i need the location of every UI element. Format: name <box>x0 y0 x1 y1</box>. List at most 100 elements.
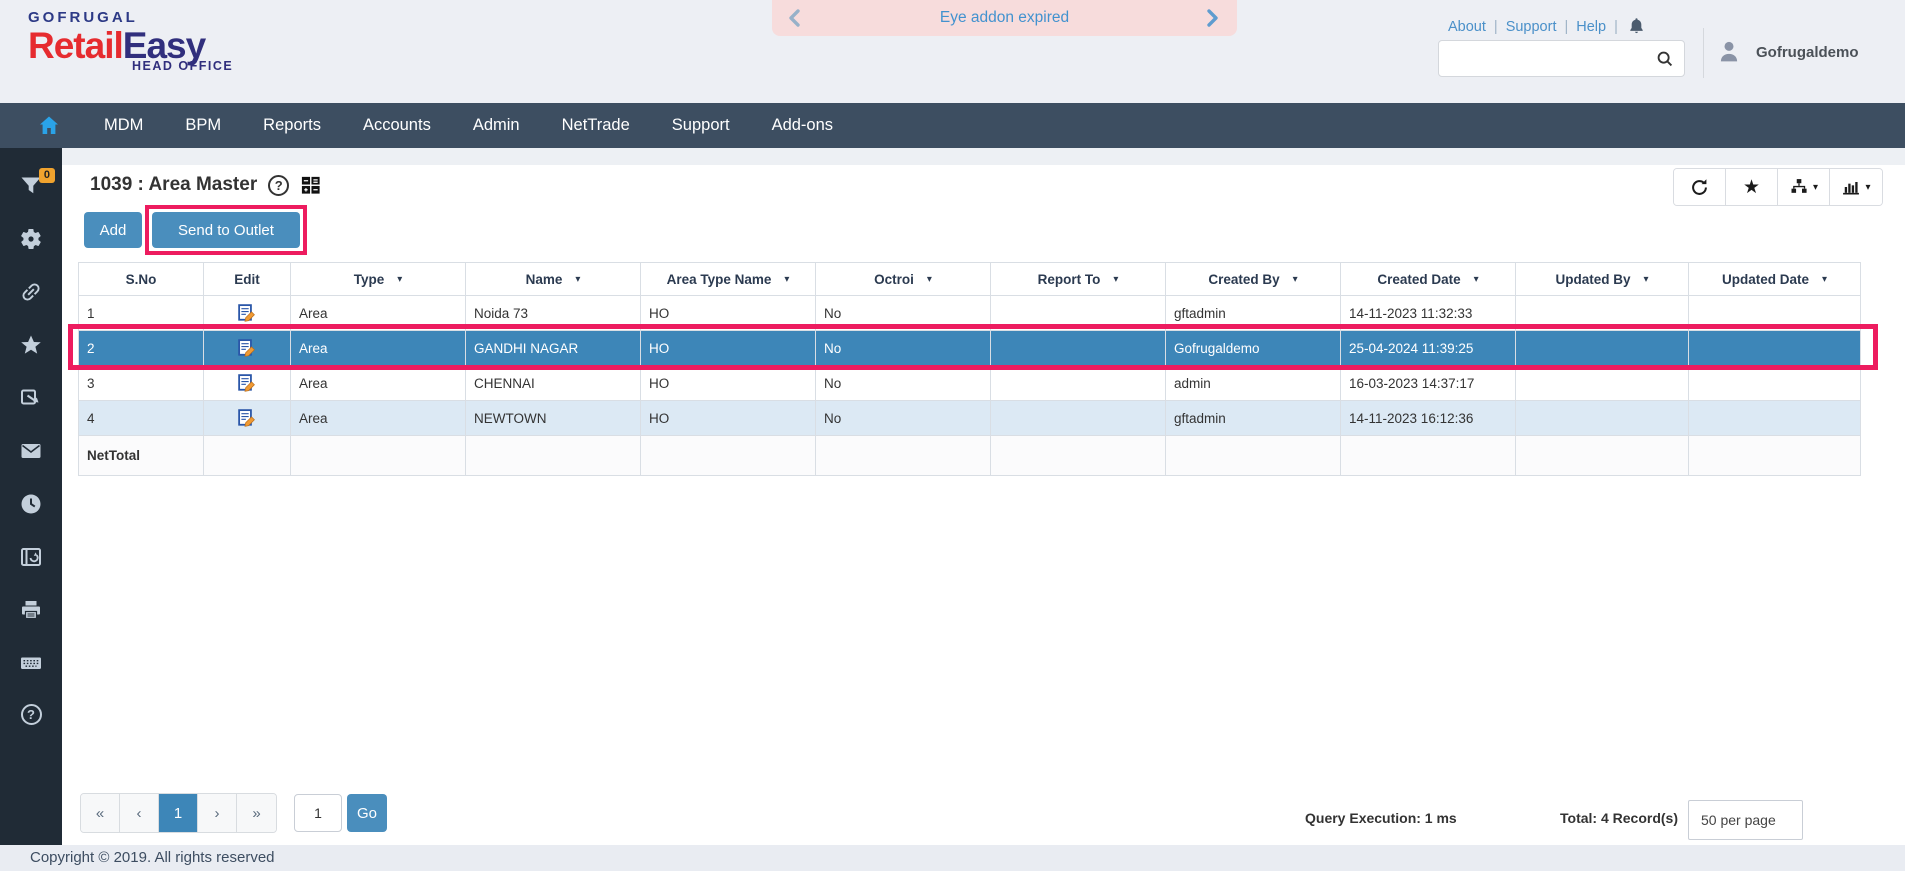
column-header-type[interactable]: Type ▾ <box>290 262 466 296</box>
screen-help-icon[interactable]: ? <box>268 174 290 196</box>
go-button[interactable]: Go <box>347 794 387 832</box>
banner-previous-icon[interactable] <box>786 8 806 28</box>
filter-caret-icon[interactable]: ▾ <box>927 274 932 285</box>
nav-item-admin[interactable]: Admin <box>473 116 520 135</box>
filter-caret-icon[interactable]: ▾ <box>1113 274 1118 285</box>
cell-area-type-name: HO <box>640 295 816 331</box>
last-page-button[interactable]: » <box>237 794 276 832</box>
form-layout-icon[interactable] <box>300 174 322 196</box>
nav-item-mdm[interactable]: MDM <box>104 116 143 135</box>
nav-item-addons[interactable]: Add-ons <box>772 116 833 135</box>
user-menu[interactable]: Gofrugaldemo <box>1714 36 1859 68</box>
print-icon[interactable] <box>19 598 43 622</box>
cell-updated-date <box>1688 365 1861 401</box>
link-separator: | <box>1614 18 1618 35</box>
column-header-created-date[interactable]: Created Date ▾ <box>1340 262 1516 296</box>
filter-caret-icon[interactable]: ▾ <box>397 274 402 285</box>
cell-area-type-name: HO <box>640 365 816 401</box>
bell-icon[interactable] <box>1626 16 1647 37</box>
share-export-icon[interactable] <box>19 386 43 410</box>
refresh-icon <box>1692 178 1707 195</box>
favorite-button[interactable]: ★ <box>1726 169 1778 205</box>
column-header-name[interactable]: Name ▾ <box>465 262 641 296</box>
table-row-4[interactable]: 4 Area NEWTOWN HO No gftadmin 14-11-2023… <box>78 400 1861 436</box>
edit-icon[interactable] <box>238 374 256 392</box>
edit-icon[interactable] <box>238 339 256 357</box>
user-name: Gofrugaldemo <box>1756 43 1859 61</box>
window-refresh-icon[interactable] <box>19 545 43 569</box>
filter-caret-icon[interactable]: ▾ <box>784 274 789 285</box>
column-label: Name <box>525 271 563 287</box>
cell-created-date: 25-04-2024 11:39:25 <box>1340 330 1516 366</box>
about-link[interactable]: About <box>1448 19 1486 35</box>
goto-page-input[interactable] <box>294 794 342 832</box>
next-page-button[interactable]: › <box>198 794 237 832</box>
cell-type: Area <box>290 400 466 436</box>
home-icon[interactable] <box>36 114 62 138</box>
send-to-outlet-button[interactable]: Send to Outlet <box>152 212 300 248</box>
search-icon[interactable] <box>1654 48 1676 70</box>
mail-icon[interactable] <box>19 439 43 463</box>
query-execution-time: Query Execution: 1 ms <box>1305 810 1457 826</box>
nav-item-accounts[interactable]: Accounts <box>363 116 431 135</box>
column-header-created-by[interactable]: Created By ▾ <box>1165 262 1341 296</box>
refresh-button[interactable] <box>1674 169 1726 205</box>
filter-caret-icon[interactable]: ▾ <box>1293 274 1298 285</box>
column-header-sno[interactable]: S.No <box>78 262 204 296</box>
current-page-button[interactable]: 1 <box>159 794 198 832</box>
table-row-2-selected[interactable]: 2 Area GANDHI NAGAR HO No Gofrugaldemo 2… <box>78 330 1861 366</box>
cell-updated-date <box>1688 295 1861 331</box>
support-link[interactable]: Support <box>1506 19 1557 35</box>
banner-next-icon[interactable] <box>1201 8 1221 28</box>
chart-view-button[interactable]: ▾ <box>1830 169 1882 205</box>
nav-item-bpm[interactable]: BPM <box>185 116 221 135</box>
column-label: Octroi <box>874 271 914 287</box>
title-row: 1039 : Area Master ? <box>90 174 322 196</box>
nav-item-reports[interactable]: Reports <box>263 116 321 135</box>
column-header-octroi[interactable]: Octroi ▾ <box>815 262 991 296</box>
first-page-button[interactable]: « <box>81 794 120 832</box>
filter-icon[interactable]: 0 <box>19 168 55 198</box>
column-header-area-type-name[interactable]: Area Type Name ▾ <box>640 262 816 296</box>
history-clock-icon[interactable] <box>19 492 43 516</box>
cell-name: GANDHI NAGAR <box>465 330 641 366</box>
settings-gear-icon[interactable] <box>19 227 43 251</box>
cell-report-to <box>990 295 1166 331</box>
column-header-edit[interactable]: Edit <box>203 262 291 296</box>
table-row-3[interactable]: 3 Area CHENNAI HO No admin 16-03-2023 14… <box>78 365 1861 401</box>
column-header-updated-by[interactable]: Updated By ▾ <box>1515 262 1689 296</box>
help-icon[interactable]: ? <box>20 704 42 725</box>
table-row-1[interactable]: 1 Area Noida 73 HO No gftadmin 14-11-202… <box>78 295 1861 331</box>
keyboard-icon[interactable] <box>19 651 43 675</box>
column-label: Report To <box>1037 271 1101 287</box>
hierarchy-view-button[interactable]: ▾ <box>1778 169 1830 205</box>
cell-name: NEWTOWN <box>465 400 641 436</box>
column-header-report-to[interactable]: Report To ▾ <box>990 262 1166 296</box>
total-records: Total: 4 Record(s) <box>1560 810 1678 826</box>
column-label: Area Type Name <box>666 271 772 287</box>
cell-updated-by <box>1515 295 1689 331</box>
help-link[interactable]: Help <box>1576 19 1606 35</box>
filter-caret-icon[interactable]: ▾ <box>1643 274 1648 285</box>
link-icon[interactable] <box>19 280 43 304</box>
product-part1: Retail <box>28 25 124 66</box>
column-header-updated-date[interactable]: Updated Date ▾ <box>1688 262 1861 296</box>
filter-caret-icon[interactable]: ▾ <box>1474 274 1479 285</box>
star-icon: ★ <box>1742 176 1761 198</box>
previous-page-button[interactable]: ‹ <box>120 794 159 832</box>
cell-octroi: No <box>815 330 991 366</box>
pagination: « ‹ 1 › » Go <box>80 793 387 833</box>
nav-item-support[interactable]: Support <box>672 116 730 135</box>
favorites-star-icon[interactable] <box>19 333 43 357</box>
global-search-input[interactable] <box>1439 41 1654 76</box>
nav-item-nettrade[interactable]: NetTrade <box>562 116 630 135</box>
cell-updated-date <box>1688 330 1861 366</box>
edit-icon[interactable] <box>238 304 256 322</box>
table-header-row: S.No Edit Type ▾ Name ▾ Area Type Name ▾ Oc… <box>78 262 1861 296</box>
filter-caret-icon[interactable]: ▾ <box>1822 274 1827 285</box>
chevron-down-icon: ▾ <box>1865 181 1871 193</box>
page-size-select[interactable]: 50 per page <box>1688 800 1803 840</box>
add-button[interactable]: Add <box>84 212 142 248</box>
edit-icon[interactable] <box>238 409 256 427</box>
filter-caret-icon[interactable]: ▾ <box>575 274 580 285</box>
